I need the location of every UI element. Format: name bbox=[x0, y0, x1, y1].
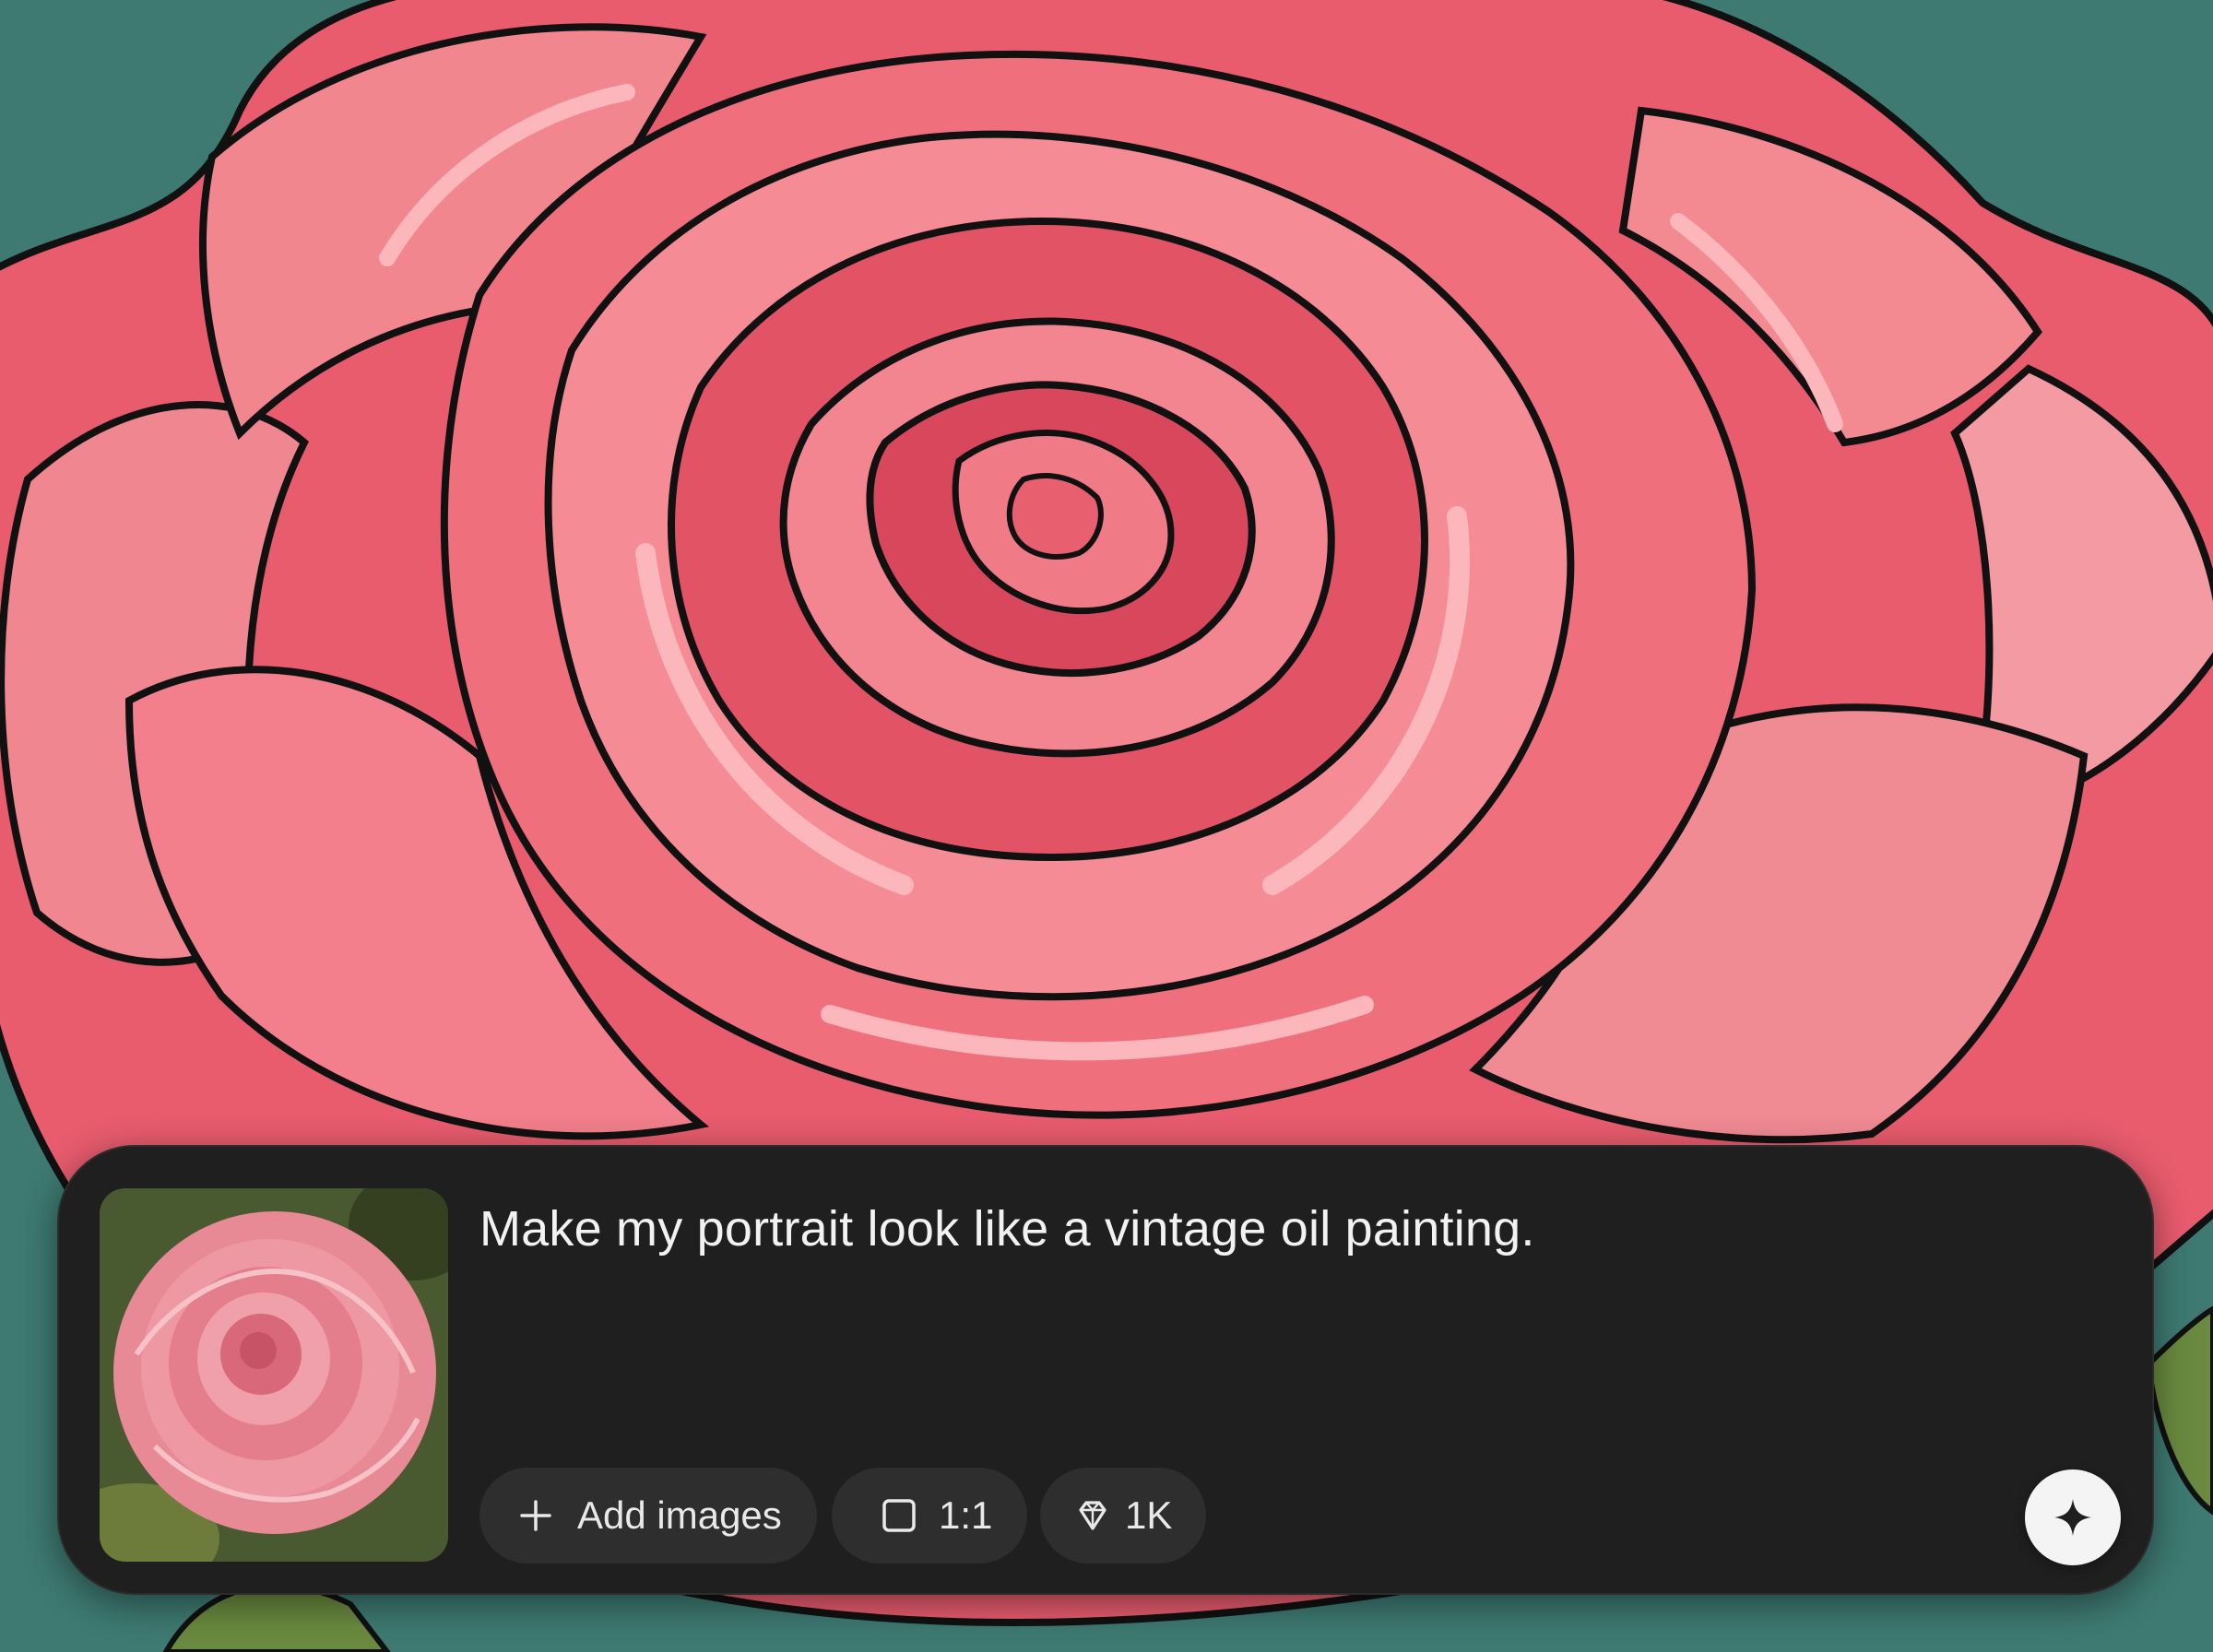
add-images-label: Add images bbox=[577, 1493, 782, 1537]
generate-button[interactable] bbox=[2025, 1469, 2121, 1565]
aspect-ratio-label: 1:1 bbox=[939, 1493, 993, 1537]
sparkle-icon bbox=[2052, 1496, 2094, 1539]
plus-icon bbox=[516, 1496, 555, 1535]
prompt-input[interactable]: Make my portrait look like a vintage oil… bbox=[479, 1197, 2102, 1261]
square-icon bbox=[880, 1496, 918, 1535]
resolution-label: 1K bbox=[1125, 1493, 1173, 1537]
aspect-ratio-button[interactable]: 1:1 bbox=[832, 1468, 1027, 1564]
resolution-button[interactable]: 1K bbox=[1040, 1468, 1206, 1564]
add-images-button[interactable]: Add images bbox=[479, 1468, 817, 1564]
diamond-icon bbox=[1073, 1496, 1112, 1535]
attached-image-thumbnail[interactable] bbox=[100, 1188, 448, 1562]
